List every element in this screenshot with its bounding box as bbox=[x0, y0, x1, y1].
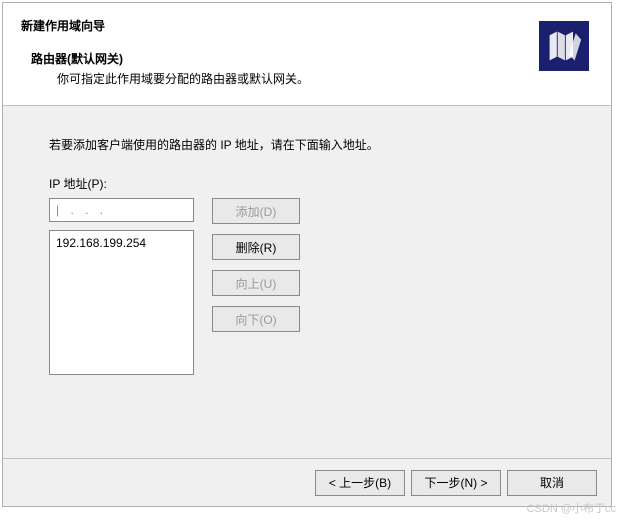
move-up-button[interactable]: 向上(U) bbox=[212, 270, 300, 296]
back-button[interactable]: < 上一步(B) bbox=[315, 470, 405, 496]
dialog-header: 新建作用域向导 路由器(默认网关) 你可指定此作用域要分配的路由器或默认网关。 bbox=[3, 3, 611, 106]
section-title: 路由器(默认网关) bbox=[21, 36, 539, 67]
ip-address-listbox[interactable]: 192.168.199.254 bbox=[49, 230, 194, 375]
move-down-button[interactable]: 向下(O) bbox=[212, 306, 300, 332]
watermark-text: CSDN @小布丁cc bbox=[527, 500, 616, 516]
wizard-icon bbox=[539, 21, 589, 71]
left-column: | . . . 192.168.199.254 bbox=[49, 198, 194, 375]
wizard-dialog: 新建作用域向导 路由器(默认网关) 你可指定此作用域要分配的路由器或默认网关。 … bbox=[2, 2, 612, 507]
section-subtitle: 你可指定此作用域要分配的路由器或默认网关。 bbox=[21, 67, 539, 87]
controls-row: | . . . 192.168.199.254 添加(D) 删除(R) 向上(U… bbox=[49, 198, 579, 375]
cancel-button[interactable]: 取消 bbox=[507, 470, 597, 496]
dialog-footer: < 上一步(B) 下一步(N) > 取消 bbox=[3, 458, 611, 506]
ip-address-input[interactable]: | . . . bbox=[49, 198, 194, 222]
add-button[interactable]: 添加(D) bbox=[212, 198, 300, 224]
list-item[interactable]: 192.168.199.254 bbox=[56, 235, 187, 251]
right-column: 添加(D) 删除(R) 向上(U) 向下(O) bbox=[212, 198, 300, 332]
next-button[interactable]: 下一步(N) > bbox=[411, 470, 501, 496]
remove-button[interactable]: 删除(R) bbox=[212, 234, 300, 260]
dialog-title: 新建作用域向导 bbox=[21, 17, 539, 34]
instruction-text: 若要添加客户端使用的路由器的 IP 地址，请在下面输入地址。 bbox=[49, 136, 579, 153]
ip-address-label: IP 地址(P): bbox=[49, 175, 579, 192]
dialog-body: 若要添加客户端使用的路由器的 IP 地址，请在下面输入地址。 IP 地址(P):… bbox=[3, 106, 611, 385]
header-text-block: 新建作用域向导 路由器(默认网关) 你可指定此作用域要分配的路由器或默认网关。 bbox=[21, 17, 539, 87]
books-icon bbox=[546, 28, 582, 64]
